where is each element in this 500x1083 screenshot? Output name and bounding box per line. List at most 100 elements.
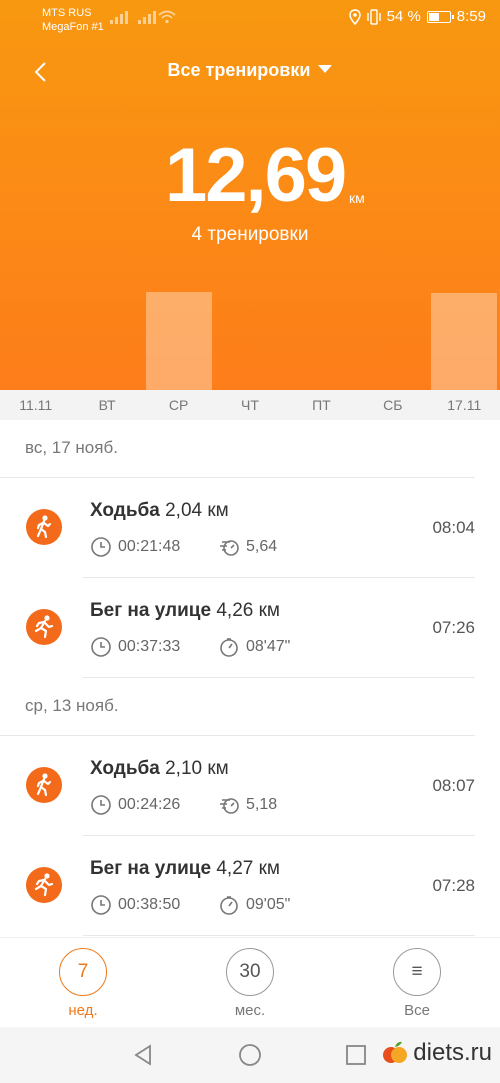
vibrate-icon [366,8,381,25]
axis-label: ЧТ [241,397,259,413]
duration: 00:21:48 [90,536,180,558]
summary-header: MTS RUS MegaFon #1 54 % 8:59 Все трениро… [0,0,500,390]
android-nav-bar: diets.ru [0,1027,500,1083]
axis-label: СР [168,397,189,413]
workout-distance: 4,27 км [216,858,280,879]
duration-value: 00:24:26 [118,796,181,813]
carrier-1: MTS RUS [42,7,92,19]
workout-distance: 2,10 км [165,758,229,779]
tab-month-circle: 30 [226,948,274,996]
total-distance: 12,69 [165,133,347,218]
nav-home-icon[interactable] [238,1043,262,1067]
tab-month-label: мес. [234,1002,266,1019]
workout-count: 4 тренировки [191,224,309,245]
workout-start-time: 08:07 [432,776,475,795]
workout-row[interactable]: Бег на улице 4,26 км 00:37:33 08'47" 07:26 [0,578,500,678]
pace-value: 5,18 [246,796,278,813]
workout-title: Ходьба 2,04 км [90,500,229,522]
axis-label: СБ [383,397,403,413]
workout-distance: 4,26 км [216,600,280,621]
location-icon [348,8,361,25]
nav-recents-icon[interactable] [345,1044,367,1066]
pace: 5,64 [218,536,277,558]
workout-title: Бег на улице 4,27 км [90,858,280,880]
carrier-info: MTS RUS MegaFon #1 [42,6,104,34]
clock-icon [90,894,112,916]
distance-unit: км [349,190,365,206]
clock-icon [90,636,112,658]
axis-label: 17.11 [447,397,482,413]
battery-icon [426,10,454,23]
signal-icon [110,10,128,24]
date-header: ср, 13 нояб. [0,678,475,736]
workout-title: Ходьба 2,10 км [90,758,229,780]
pace-value: 09'05" [246,896,291,913]
workout-start-time: 07:28 [432,876,475,895]
clock-icon [90,536,112,558]
bar-СР[interactable] [145,292,212,390]
duration: 00:24:26 [90,794,180,816]
tab-week-circle: 7 [59,948,107,996]
battery-percent: 54 % [386,8,421,25]
workout-title: Бег на улице 4,26 км [90,600,280,622]
bar-17.11[interactable] [431,293,498,390]
workout-type: Ходьба [90,500,160,521]
divider [83,935,475,936]
walking-icon [26,509,62,545]
duration-value: 00:38:50 [118,896,181,913]
tab-all-circle: ≡ [393,948,441,996]
status-right: 54 % 8:59 [348,8,486,25]
axis-label: ВТ [98,397,116,413]
page-title: Все тренировки [167,60,311,80]
wifi-icon [158,10,176,24]
carrier-2: MegaFon #1 [42,21,104,33]
pace-icon [218,894,240,916]
speed-icon [218,794,240,816]
pace-value: 08'47" [246,638,291,655]
nav-back-icon[interactable] [132,1043,154,1067]
clock-icon [90,794,112,816]
tab-month[interactable]: 30 мес. [200,948,300,1019]
pace-value: 5,64 [246,538,278,555]
signal-icon [138,10,156,24]
duration-value: 00:21:48 [118,538,181,555]
tab-all[interactable]: ≡ Все [367,948,467,1019]
pace-icon [218,636,240,658]
walking-icon [26,767,62,803]
axis-label: 11.11 [19,397,53,413]
workout-type: Бег на улице [90,600,212,621]
day-axis: 11.11 ВТ СР ЧТ ПТ СБ 17.11 [0,390,500,420]
speed-icon [218,536,240,558]
chevron-down-icon [318,65,333,73]
workout-row[interactable]: Ходьба 2,10 км 00:24:26 5,18 08:07 [0,736,500,836]
watermark: diets.ru [381,1039,492,1067]
running-icon [26,609,62,645]
pace: 5,18 [218,794,277,816]
duration: 00:37:33 [90,636,180,658]
tab-all-label: Все [404,1002,430,1019]
pace: 08'47" [218,636,290,658]
status-bar: MTS RUS MegaFon #1 54 % 8:59 [0,0,500,40]
date-header: вс, 17 нояб. [0,420,475,478]
workout-start-time: 07:26 [432,618,475,637]
duration-value: 00:37:33 [118,638,181,655]
workout-distance: 2,04 км [165,500,229,521]
period-tabs: 7 нед. 30 мес. ≡ Все [0,937,500,1027]
running-icon [26,867,62,903]
axis-label: ПТ [312,397,331,413]
tab-week-label: нед. [68,1002,98,1019]
clock: 8:59 [456,8,486,25]
watermark-text: diets.ru [413,1039,492,1066]
apple-logo-icon [383,1041,408,1063]
workout-type: Ходьба [90,758,160,779]
workout-row[interactable]: Бег на улице 4,27 км 00:38:50 09'05" 07:28 [0,836,500,936]
divider [83,677,475,678]
workout-row[interactable]: Ходьба 2,04 км 00:21:48 5,64 08:04 [0,478,500,578]
workout-list: вс, 17 нояб. Ходьба 2,04 км 00:21:48 5,64 08… [0,420,500,936]
workouts-dropdown[interactable]: Все тренировки [0,60,500,81]
workout-type: Бег на улице [90,858,212,879]
tab-week[interactable]: 7 нед. [33,948,133,1019]
workout-start-time: 08:04 [432,518,475,537]
duration: 00:38:50 [90,894,180,916]
pace: 09'05" [218,894,290,916]
